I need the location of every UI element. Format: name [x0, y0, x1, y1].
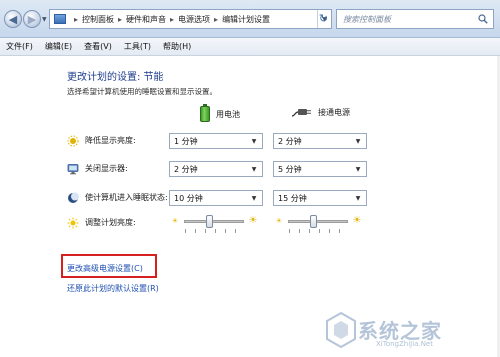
- refresh-button[interactable]: ↻: [316, 10, 331, 27]
- arrow-left-icon: ◀: [8, 12, 18, 26]
- arrow-right-icon: ▶: [27, 12, 37, 26]
- menu-edit[interactable]: 编辑(E): [45, 41, 72, 52]
- sleep-battery-select[interactable]: 10 分钟 ▼: [169, 190, 263, 206]
- breadcrumb-edit-plan[interactable]: 编辑计划设置: [222, 14, 270, 25]
- brightness-label: 调整计划亮度:: [85, 218, 136, 227]
- chevron-right-icon[interactable]: ▸: [170, 15, 174, 24]
- brightness-plugged-slider[interactable]: ☀ ☀: [273, 213, 363, 233]
- setting-row-sleep: 使计算机进入睡眠状态:: [67, 189, 168, 206]
- control-panel-icon: [54, 14, 66, 24]
- watermark-logo-icon: [326, 311, 356, 349]
- slider-thumb[interactable]: [206, 214, 213, 228]
- setting-row-brightness: 调整计划亮度:: [67, 214, 136, 231]
- chevron-down-icon[interactable]: ▼: [352, 192, 364, 204]
- page-subtitle: 选择希望计算机使用的睡眠设置和显示设置。: [67, 87, 217, 96]
- slider-track[interactable]: [184, 214, 245, 233]
- breadcrumb-control-panel[interactable]: 控制面板: [82, 14, 114, 25]
- sleep-plugged-value: 15 分钟: [278, 193, 307, 203]
- search-icon[interactable]: [478, 14, 488, 24]
- watermark-url: XiTongZhiJia.Net: [376, 340, 433, 348]
- slider-track[interactable]: [288, 214, 349, 233]
- chevron-right-icon[interactable]: ▸: [74, 15, 78, 24]
- chevron-down-icon[interactable]: ▼: [248, 135, 260, 147]
- breadcrumb[interactable]: ▸ 控制面板 ▸ 硬件和声音 ▸ 电源选项 ▸ 编辑计划设置 ▼: [49, 9, 332, 29]
- brightness-high-icon: ☀: [248, 215, 258, 226]
- setting-row-turn-off-display: 关闭显示器:: [67, 160, 128, 177]
- chevron-right-icon[interactable]: ▸: [118, 15, 122, 24]
- chevron-down-icon[interactable]: ▼: [248, 192, 260, 204]
- dim-display-plugged-value: 2 分钟: [278, 136, 302, 146]
- menu-help[interactable]: 帮助(H): [163, 41, 191, 52]
- menu-file[interactable]: 文件(F): [6, 41, 33, 52]
- dim-display-plugged-select[interactable]: 2 分钟 ▼: [273, 133, 367, 149]
- turn-off-display-plugged-select[interactable]: 5 分钟 ▼: [273, 161, 367, 177]
- chevron-down-icon[interactable]: ▼: [352, 163, 364, 175]
- dim-display-battery-value: 1 分钟: [174, 136, 198, 146]
- slider-ticks: [185, 228, 245, 233]
- monitor-icon: [67, 163, 79, 174]
- power-plug-icon: [292, 109, 311, 117]
- brightness-icon: [67, 217, 79, 228]
- refresh-icon: ↻: [318, 12, 329, 25]
- brightness-low-icon: ☀: [275, 216, 283, 225]
- menu-view[interactable]: 查看(V): [84, 41, 112, 52]
- dim-display-label: 降低显示亮度:: [85, 136, 136, 145]
- page-title: 更改计划的设置: 节能: [67, 72, 164, 83]
- sleep-label: 使计算机进入睡眠状态:: [85, 193, 168, 202]
- turn-off-display-plugged-value: 5 分钟: [278, 164, 302, 174]
- chevron-down-icon[interactable]: ▼: [352, 135, 364, 147]
- breadcrumb-power-options[interactable]: 电源选项: [178, 14, 210, 25]
- dim-display-icon: [67, 135, 79, 146]
- forward-button[interactable]: ▶: [23, 10, 41, 28]
- turn-off-display-label: 关闭显示器:: [85, 164, 128, 173]
- watermark: 系统之家 XiTongZhiJia.Net: [312, 307, 498, 353]
- brightness-high-icon: ☀: [352, 215, 362, 226]
- sleep-battery-value: 10 分钟: [174, 193, 203, 203]
- plugged-label: 接通电源: [318, 107, 350, 117]
- breadcrumb-hardware-sound[interactable]: 硬件和声音: [126, 14, 166, 25]
- menu-tools[interactable]: 工具(T): [124, 41, 151, 52]
- setting-row-dim-display: 降低显示亮度:: [67, 132, 136, 149]
- back-button[interactable]: ◀: [4, 10, 22, 28]
- brightness-battery-slider[interactable]: ☀ ☀: [169, 213, 259, 233]
- turn-off-display-battery-select[interactable]: 2 分钟 ▼: [169, 161, 263, 177]
- battery-label: 用电池: [216, 109, 240, 119]
- slider-thumb[interactable]: [310, 214, 317, 228]
- column-header-plugged: 接通电源: [292, 106, 350, 118]
- menu-bar: 文件(F) 编辑(E) 查看(V) 工具(T) 帮助(H): [0, 38, 500, 56]
- slider-ticks: [289, 228, 349, 233]
- chevron-right-icon[interactable]: ▸: [214, 15, 218, 24]
- advanced-power-settings-link[interactable]: 更改高级电源设置(C): [67, 263, 143, 274]
- sleep-plugged-select[interactable]: 15 分钟 ▼: [273, 190, 367, 206]
- brightness-low-icon: ☀: [171, 216, 179, 225]
- sleep-moon-icon: [68, 192, 79, 203]
- dim-display-battery-select[interactable]: 1 分钟 ▼: [169, 133, 263, 149]
- battery-icon: [200, 104, 210, 122]
- search-placeholder: 搜索控制面板: [343, 14, 391, 24]
- column-header-battery: 用电池: [200, 104, 240, 122]
- search-input[interactable]: 搜索控制面板: [336, 9, 494, 29]
- history-dropdown-icon[interactable]: ▼: [42, 16, 47, 23]
- address-toolbar: ◀ ▶ ▼ ▸ 控制面板 ▸ 硬件和声音 ▸ 电源选项 ▸ 编辑计划设置 ▼ ↻…: [0, 0, 500, 38]
- restore-defaults-link[interactable]: 还原此计划的默认设置(R): [67, 283, 159, 294]
- turn-off-display-battery-value: 2 分钟: [174, 164, 198, 174]
- chevron-down-icon[interactable]: ▼: [248, 163, 260, 175]
